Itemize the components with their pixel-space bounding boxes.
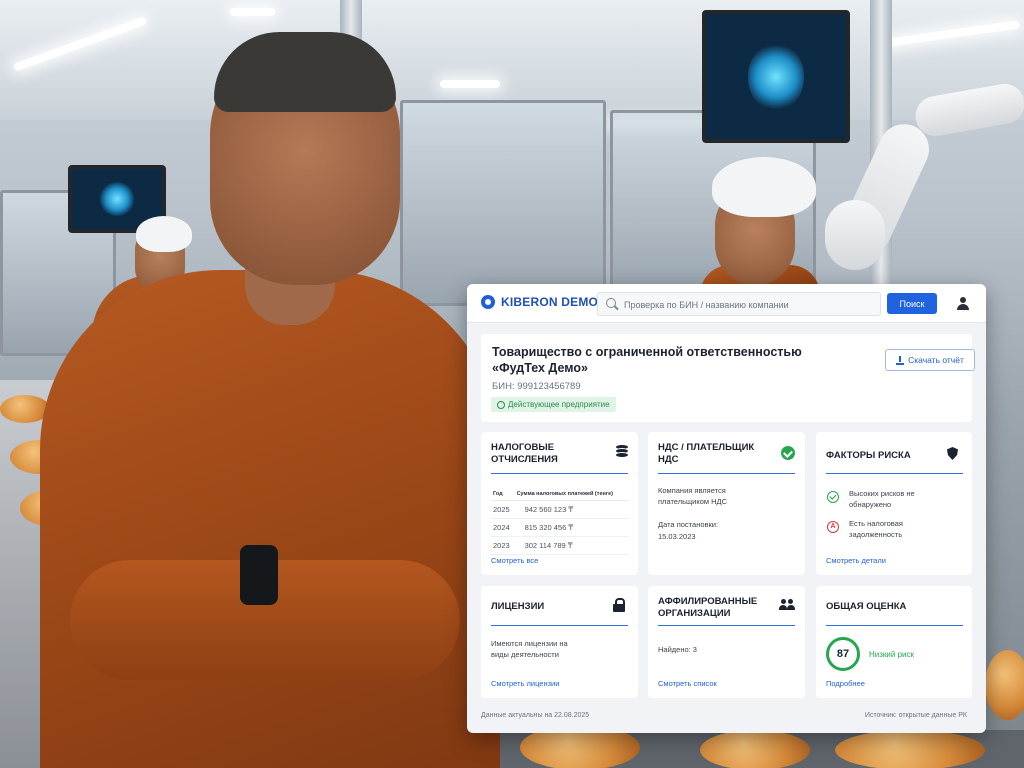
sum-cell: 942 560 123 ₸	[514, 500, 629, 519]
score-details-link[interactable]: Подробнее	[826, 679, 865, 688]
licenses-text: Имеются лицензии на виды деятельности	[491, 639, 568, 659]
company-title: Товарищество с ограниченной ответственно…	[492, 345, 802, 375]
user-icon	[960, 297, 966, 303]
search-box	[597, 292, 881, 316]
status-badge: Действующее предприятие	[491, 397, 616, 412]
company-header-card: Товарищество с ограниченной ответственно…	[481, 334, 975, 422]
risk-item-ok: Высоких рисков не обнаружено	[849, 489, 915, 509]
vat-date: 15.03.2023	[658, 532, 696, 541]
status-text: Действующее предприятие	[508, 400, 610, 409]
affiliates-link[interactable]: Смотреть список	[658, 679, 717, 688]
company-check-panel: KIBERON DEMO Поиск Товарищество с ограни…	[467, 284, 986, 733]
sum-cell: 815 320 456 ₸	[514, 518, 629, 537]
tax-tile: НАЛОГОВЫЕ ОТЧИСЛЕНИЯ Год Сумма налоговых…	[481, 432, 638, 575]
top-bar: KIBERON DEMO Поиск	[467, 284, 986, 323]
year-cell: 2024	[491, 518, 515, 537]
vat-text: Компания является плательщиком НДС	[658, 486, 728, 506]
sum-cell: 302 114 789 ₸	[514, 536, 629, 555]
lock-icon	[613, 598, 625, 612]
monitor-screen	[702, 10, 850, 143]
data-source-note: Источник: открытые данные РК	[864, 712, 967, 719]
search-button[interactable]: Поиск	[887, 293, 937, 314]
table-row: 2023 302 114 789 ₸	[491, 536, 629, 555]
ceiling-light	[440, 80, 500, 88]
man-hair	[214, 32, 396, 112]
bread-bun	[835, 730, 985, 768]
risk-tile: ФАКТОРЫ РИСКА Высоких рисков не обнаруже…	[816, 432, 972, 575]
table-row: 2024 815 320 456 ₸	[491, 518, 629, 537]
tile-divider	[491, 625, 628, 626]
warning-icon: A	[827, 521, 839, 533]
ceiling-light	[230, 8, 275, 16]
licenses-link[interactable]: Смотреть лицензии	[491, 679, 559, 688]
year-cell: 2025	[491, 500, 515, 519]
monitor-glow	[748, 41, 804, 112]
licenses-tile: ЛИЦЕНЗИИ Имеются лицензии на виды деятел…	[481, 586, 638, 698]
score-label: Низкий риск	[869, 650, 914, 659]
tax-title: НАЛОГОВЫЕ ОТЧИСЛЕНИЯ	[491, 442, 558, 465]
man-shirt	[40, 270, 500, 768]
download-label: Скачать отчёт	[908, 355, 964, 365]
check-circle-icon	[781, 446, 795, 460]
tile-divider	[658, 625, 795, 626]
search-input[interactable]	[622, 296, 876, 314]
vat-date-label: Дата постановки:	[658, 520, 719, 529]
user-button[interactable]	[955, 295, 971, 311]
affiliates-count: Найдено: 3	[658, 645, 697, 654]
shield-icon	[947, 447, 958, 460]
risk-item-debt: Есть налоговая задолженность	[849, 519, 903, 539]
vat-title: НДС / ПЛАТЕЛЬЩИК НДС	[658, 442, 755, 465]
packaging-machine	[400, 100, 606, 306]
year-cell: 2023	[491, 536, 515, 555]
tile-divider	[491, 473, 628, 474]
risk-details-link[interactable]: Смотреть детали	[826, 556, 886, 565]
logo-icon	[481, 295, 495, 309]
download-report-button[interactable]: Скачать отчёт	[885, 349, 975, 371]
score-title: ОБЩАЯ ОЦЕНКА	[826, 601, 907, 612]
user-icon-body	[957, 304, 969, 310]
download-icon	[896, 355, 905, 365]
search-icon	[606, 298, 616, 308]
bread-bun	[700, 730, 810, 768]
logo-text: KIBERON DEMO	[501, 295, 599, 309]
tax-table: Год Сумма налоговых платежей (тенге) 202…	[491, 488, 629, 555]
hairnet	[712, 157, 816, 217]
score-tile: ОБЩАЯ ОЦЕНКА 87 Низкий риск Подробнее	[816, 586, 972, 698]
affiliates-title: АФФИЛИРОВАННЫЕ ОРГАНИЗАЦИИ	[658, 596, 758, 619]
tile-divider	[658, 473, 795, 474]
affiliates-tile: АФФИЛИРОВАННЫЕ ОРГАНИЗАЦИИ Найдено: 3 См…	[648, 586, 805, 698]
col-year: Год	[491, 488, 515, 501]
robot-arm	[825, 200, 885, 270]
hairnet	[136, 216, 192, 252]
col-sum: Сумма налоговых платежей (тенге)	[514, 488, 629, 501]
smartwatch	[240, 545, 278, 605]
licenses-title: ЛИЦЕНЗИИ	[491, 601, 545, 612]
tile-divider	[826, 625, 963, 626]
tile-divider	[826, 473, 963, 474]
table-row: 2025 942 560 123 ₸	[491, 500, 629, 519]
score-gauge: 87	[826, 637, 860, 671]
data-updated-note: Данные актуальны на 22.08.2025	[481, 712, 590, 719]
bread-bun	[985, 650, 1024, 720]
vat-tile: НДС / ПЛАТЕЛЬЩИК НДС Компания является п…	[648, 432, 805, 575]
monitor-glow	[99, 182, 135, 216]
tax-see-all-link[interactable]: Смотреть все	[491, 556, 538, 565]
logo[interactable]: KIBERON DEMO	[481, 295, 598, 309]
coins-icon	[614, 444, 629, 458]
users-icon	[779, 599, 795, 611]
check-circle-icon	[827, 491, 839, 503]
risk-title: ФАКТОРЫ РИСКА	[826, 450, 911, 461]
status-check-icon	[497, 400, 505, 409]
company-bin: БИН: 999123456789	[492, 381, 581, 392]
